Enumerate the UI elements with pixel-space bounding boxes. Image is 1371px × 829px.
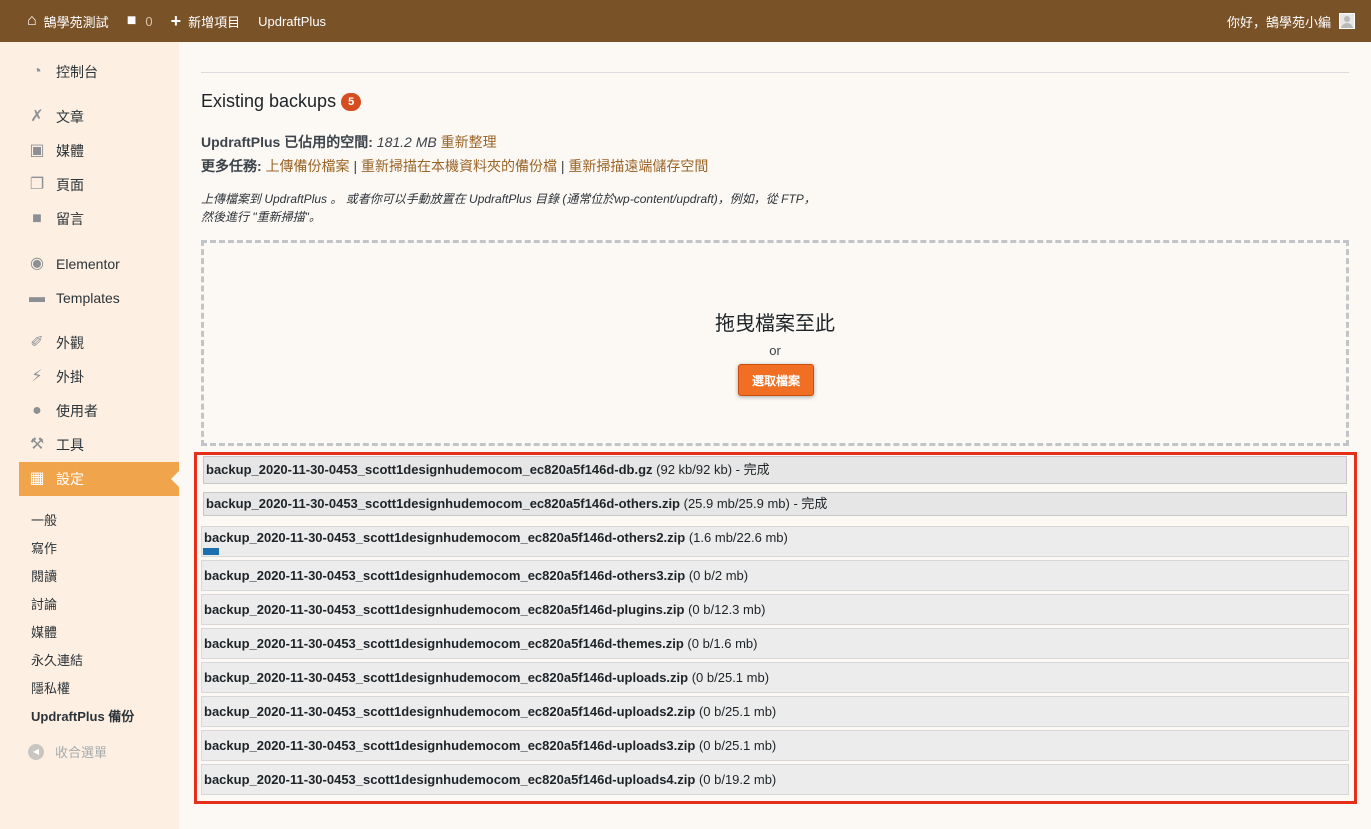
collapse-label: 收合選單: [55, 745, 108, 760]
rescan-local-link[interactable]: 重新掃描在本機資料夾的備份檔: [361, 158, 557, 174]
sidebar-item-plugins[interactable]: ⚡ 外掛: [19, 360, 179, 394]
drop-zone-title: 拖曳檔案至此: [715, 313, 835, 335]
elementor-icon: ◉: [30, 255, 44, 272]
sidebar-item-label: 頁面: [56, 177, 84, 193]
updraftplus-link[interactable]: UpdraftPlus: [249, 0, 335, 42]
account-menu[interactable]: 你好，鵠學苑小編: [1227, 12, 1371, 31]
backup-count-badge: 5: [341, 92, 362, 111]
updraftplus-label: UpdraftPlus: [258, 13, 327, 29]
upload-backup-link[interactable]: 上傳備份檔案: [266, 158, 350, 174]
separator: |: [556, 158, 569, 174]
sidebar-item-label: 設定: [56, 471, 84, 487]
submenu-updraftplus[interactable]: UpdraftPlus 備份: [31, 706, 134, 725]
submenu-privacy[interactable]: 隱私權: [31, 678, 70, 697]
brush-icon: ✐: [30, 334, 44, 351]
sidebar-item-pages[interactable]: ❐ 頁面: [19, 168, 179, 202]
sidebar-item-label: 工具: [56, 437, 84, 453]
page-icon: ❐: [29, 176, 45, 193]
drop-zone-or: or: [769, 343, 781, 358]
sidebar-item-comments[interactable]: ■ 留言: [19, 202, 179, 236]
sidebar-item-label: 媒體: [56, 143, 84, 159]
sidebar-item-label: 外觀: [56, 335, 84, 351]
pin-icon: ✗: [30, 108, 44, 125]
rescan-remote-link[interactable]: 重新掃描遠端儲存空間: [568, 158, 708, 174]
submenu-general[interactable]: 一般: [31, 510, 57, 529]
sidebar-item-appearance[interactable]: ✐ 外觀: [19, 326, 179, 360]
sidebar-item-dashboard[interactable]: ◔ 控制台: [19, 55, 179, 89]
sidebar-item-posts[interactable]: ✗ 文章: [19, 100, 179, 134]
sidebar-item-label: Elementor: [56, 256, 120, 272]
submenu-permalinks[interactable]: 永久連結: [31, 650, 83, 669]
collapse-arrow-icon: ◀: [28, 743, 44, 760]
home-icon: ⌂: [27, 12, 37, 29]
sidebar-item-templates[interactable]: ▬ Templates: [19, 281, 179, 315]
sidebar-item-media[interactable]: ▣ 媒體: [19, 134, 179, 168]
comments-link[interactable]: ■ 0: [118, 0, 162, 42]
select-files-button[interactable]: 選取檔案: [738, 364, 814, 396]
space-used-line: UpdraftPlus 已佔用的空間: 181.2 MB 重新整理: [201, 132, 497, 152]
greeting: 你好，鵠學苑小編: [1226, 14, 1331, 30]
folder-icon: ▬: [29, 289, 45, 306]
collapse-menu-button[interactable]: ◀ 收合選單: [28, 742, 107, 761]
submenu-reading[interactable]: 閱讀: [31, 566, 57, 585]
comment-bubble-icon: ■: [126, 12, 137, 29]
sidebar-item-tools[interactable]: ⚒ 工具: [19, 428, 179, 462]
media-icon: ▣: [29, 142, 45, 159]
sidebar-item-label: 使用者: [56, 403, 98, 419]
sidebar-item-label: 留言: [56, 211, 84, 227]
admin-bar: ⌂ 鵠學苑測試 ■ 0 + 新增項目 UpdraftPlus 你好，鵠學苑小編: [0, 0, 1371, 42]
sidebar-item-label: 控制台: [56, 64, 98, 80]
sidebar-item-label: Templates: [56, 290, 120, 306]
site-name: 鵠學苑測試: [43, 14, 109, 30]
more-tasks-label: 更多任務:: [201, 158, 262, 174]
user-icon: ●: [32, 402, 42, 419]
sidebar-item-settings[interactable]: ▦ 設定: [19, 462, 179, 496]
page-title: Existing backups: [201, 91, 337, 111]
existing-backups-heading: Existing backups 5: [201, 91, 362, 112]
avatar: [1339, 13, 1355, 29]
new-item-link[interactable]: + 新增項目: [162, 0, 250, 42]
upload-note: 上傳檔案到 UpdraftPlus 。 或者你可以手動放置在 UpdraftPl…: [201, 192, 816, 224]
wrench-icon: ⚒: [29, 436, 45, 453]
dashboard-icon: ◔: [32, 63, 42, 80]
sidebar-item-label: 文章: [56, 109, 84, 125]
sidebar-item-label: 外掛: [56, 369, 84, 385]
divider: [201, 72, 1349, 73]
space-used-label: UpdraftPlus 已佔用的空間:: [201, 134, 373, 150]
settings-icon: ▦: [29, 470, 45, 487]
submenu-discussion[interactable]: 討論: [31, 594, 57, 613]
site-home-link[interactable]: ⌂ 鵠學苑測試: [0, 0, 118, 42]
sidebar-item-elementor[interactable]: ◉ Elementor: [19, 247, 179, 281]
separator: |: [349, 158, 361, 174]
new-item-label: 新增項目: [188, 14, 241, 30]
drop-zone[interactable]: 拖曳檔案至此 or 選取檔案: [201, 240, 1349, 446]
plus-icon: +: [170, 11, 182, 31]
sidebar-item-users[interactable]: ● 使用者: [19, 394, 179, 428]
submenu-media[interactable]: 媒體: [31, 622, 57, 641]
refresh-link[interactable]: 重新整理: [441, 134, 497, 150]
plugin-icon: ⚡: [31, 368, 43, 385]
space-used-value: 181.2 MB: [376, 134, 437, 150]
comment-icon: ■: [32, 210, 42, 227]
highlight-box: [194, 452, 1357, 804]
admin-sidebar: ◔ 控制台 ✗ 文章 ▣ 媒體 ❐ 頁面 ■ 留言 ◉ Elementor ▬ …: [0, 42, 179, 829]
comments-count: 0: [145, 13, 153, 29]
more-tasks-line: 更多任務: 上傳備份檔案 | 重新掃描在本機資料夾的備份檔 | 重新掃描遠端儲存…: [201, 156, 708, 176]
submenu-writing[interactable]: 寫作: [31, 538, 57, 557]
